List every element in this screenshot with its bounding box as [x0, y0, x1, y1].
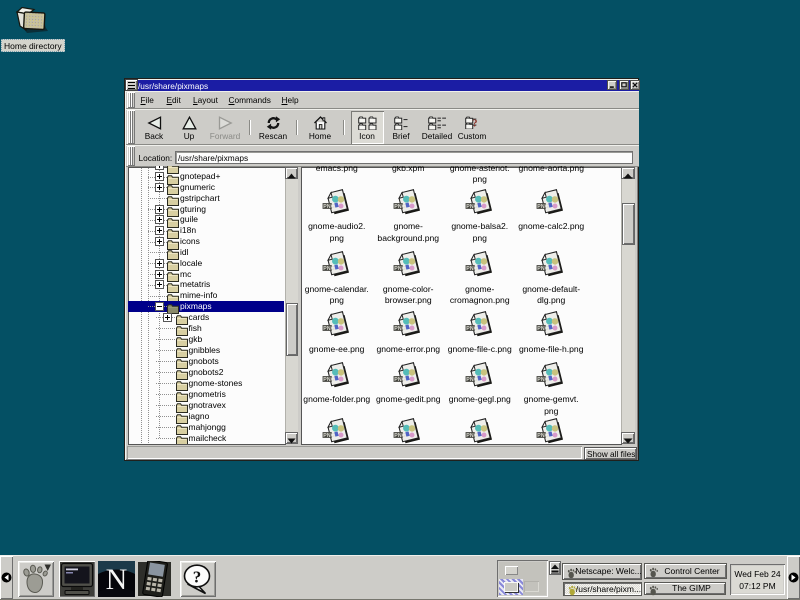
svg-text:PNG: PNG [323, 266, 335, 272]
svg-text:PNG: PNG [537, 433, 549, 439]
svg-text:PNG: PNG [466, 266, 478, 272]
svg-text:PNG: PNG [323, 377, 335, 383]
svg-text:PNG: PNG [537, 266, 549, 272]
svg-text:PNG: PNG [466, 377, 478, 383]
svg-text:?: ? [472, 119, 477, 130]
svg-text:PNG: PNG [323, 433, 335, 439]
svg-text:PNG: PNG [466, 326, 478, 332]
svg-text:N: N [106, 563, 128, 596]
svg-text:?: ? [193, 568, 202, 587]
svg-text:PNG: PNG [466, 204, 478, 210]
svg-text:PNG: PNG [323, 204, 335, 210]
svg-text:PNG: PNG [537, 326, 549, 332]
svg-text:PNG: PNG [394, 377, 406, 383]
svg-text:PNG: PNG [537, 377, 549, 383]
svg-text:PNG: PNG [537, 204, 549, 210]
svg-text:PNG: PNG [466, 433, 478, 439]
svg-text:PNG: PNG [394, 433, 406, 439]
svg-text:PNG: PNG [394, 266, 406, 272]
svg-text:PNG: PNG [394, 204, 406, 210]
svg-text:PNG: PNG [323, 326, 335, 332]
svg-text:PNG: PNG [394, 326, 406, 332]
